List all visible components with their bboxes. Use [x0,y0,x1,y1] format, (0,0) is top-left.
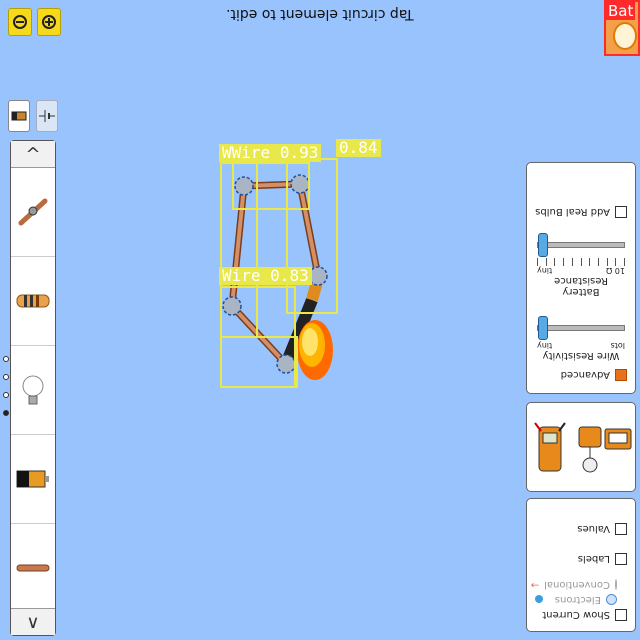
toolbox-page-indicator [3,356,9,428]
toolbox-light-bulb-item[interactable] [11,346,55,435]
toolbox-resistor-item[interactable] [11,257,55,346]
battery-resistance-ticks [537,258,625,266]
schematic-icon [39,110,55,122]
page-dot[interactable] [3,374,9,380]
add-real-bulbs-checkbox[interactable] [615,206,627,218]
labels-checkbox[interactable] [615,553,627,565]
wire-resistivity-slider[interactable]: Wire Resistivity lots tiny [527,316,635,367]
resistor-icon [16,294,50,308]
bulb-icon [613,22,637,50]
advanced-label: Advanced [560,369,610,381]
battery-icon [16,470,49,488]
tools-graphics [534,422,632,473]
battery-resistance-track[interactable] [537,233,625,257]
toolbox-scroll-up[interactable]: ^ [11,141,55,168]
stopwatch-icon[interactable] [604,428,632,450]
battery-resistance-slider[interactable]: Battery Resistance 10 Ω tiny [527,233,635,303]
controls-panel: Advanced Wire Resistivity lots tiny Batt… [526,162,636,394]
conventional-radio[interactable] [615,579,617,590]
detection-label: 0.84 [336,139,381,157]
electrons-option[interactable]: Electrons [527,592,635,607]
battery-resistance-max: 10 Ω [606,266,625,275]
light-bulb-icon [22,375,44,405]
wire-icon [18,198,48,226]
toolbox-wire-item[interactable] [11,168,55,257]
add-real-bulbs-label: Add Real Bulbs [535,206,610,218]
show-current-label: Show Current [542,609,610,621]
wire-segment-icon [16,564,50,572]
page-dot-active[interactable] [3,410,9,416]
view-options-panel: Show Current Electrons Conventional → La… [526,498,636,632]
show-current-checkbox[interactable] [615,609,627,621]
battery-detection-label: Bat [606,2,636,20]
toolbox-wire-segment-item[interactable] [11,524,55,612]
toolbox-battery-item[interactable] [11,435,55,524]
lifelike-view-toggle[interactable] [8,100,30,132]
battery-resistance-label: Battery Resistance [554,275,608,297]
measurement-tools-panel [526,402,636,492]
electrons-label: Electrons [554,594,601,605]
battery-view-icon [11,111,27,121]
chevron-down-icon: ∨ [26,611,40,633]
conventional-label: Conventional [544,579,610,590]
values-label: Values [577,523,610,535]
advanced-toggle[interactable]: Advanced [527,367,635,383]
conventional-option[interactable]: Conventional → [527,577,635,592]
edit-hint: Tap circuit element to edit. [226,6,414,22]
wire-resistivity-max: lots [610,341,625,350]
ammeter-icon[interactable] [578,426,602,473]
battery-resistance-thumb[interactable] [538,233,548,257]
detection-box [220,336,298,388]
advanced-checkbox[interactable] [615,369,627,381]
wire-resistivity-track[interactable] [537,316,625,340]
add-real-bulbs-toggle[interactable]: Add Real Bulbs [527,204,635,220]
toolbox-scroll-down[interactable]: ∨ [11,608,55,635]
schematic-view-toggle[interactable] [36,100,58,132]
electron-icon [535,595,543,604]
page-dot[interactable] [3,356,9,362]
battery-resistance-min: tiny [537,266,553,275]
wire-resistivity-thumb[interactable] [538,316,548,340]
labels-toggle[interactable]: Labels [527,551,635,567]
component-toolbox: ^ ∨ [10,140,56,636]
arrow-icon: → [530,579,540,590]
electrons-radio[interactable] [606,594,617,605]
chevron-up-icon: ^ [25,143,41,165]
battery-detection-box: Bat [604,0,640,56]
detection-label: WWire 0.93 [219,144,322,162]
page-dot[interactable] [3,392,9,398]
values-checkbox[interactable] [615,523,627,535]
voltmeter-icon[interactable] [534,422,566,472]
fire-icon [297,320,333,380]
wire-resistivity-min: tiny [537,341,553,350]
values-toggle[interactable]: Values [527,521,635,537]
wire-resistivity-label: Wire Resistivity [542,350,620,361]
labels-label: Labels [577,553,610,565]
detection-label: Wire 0.83 [219,267,312,285]
show-current-toggle[interactable]: Show Current [527,607,635,623]
